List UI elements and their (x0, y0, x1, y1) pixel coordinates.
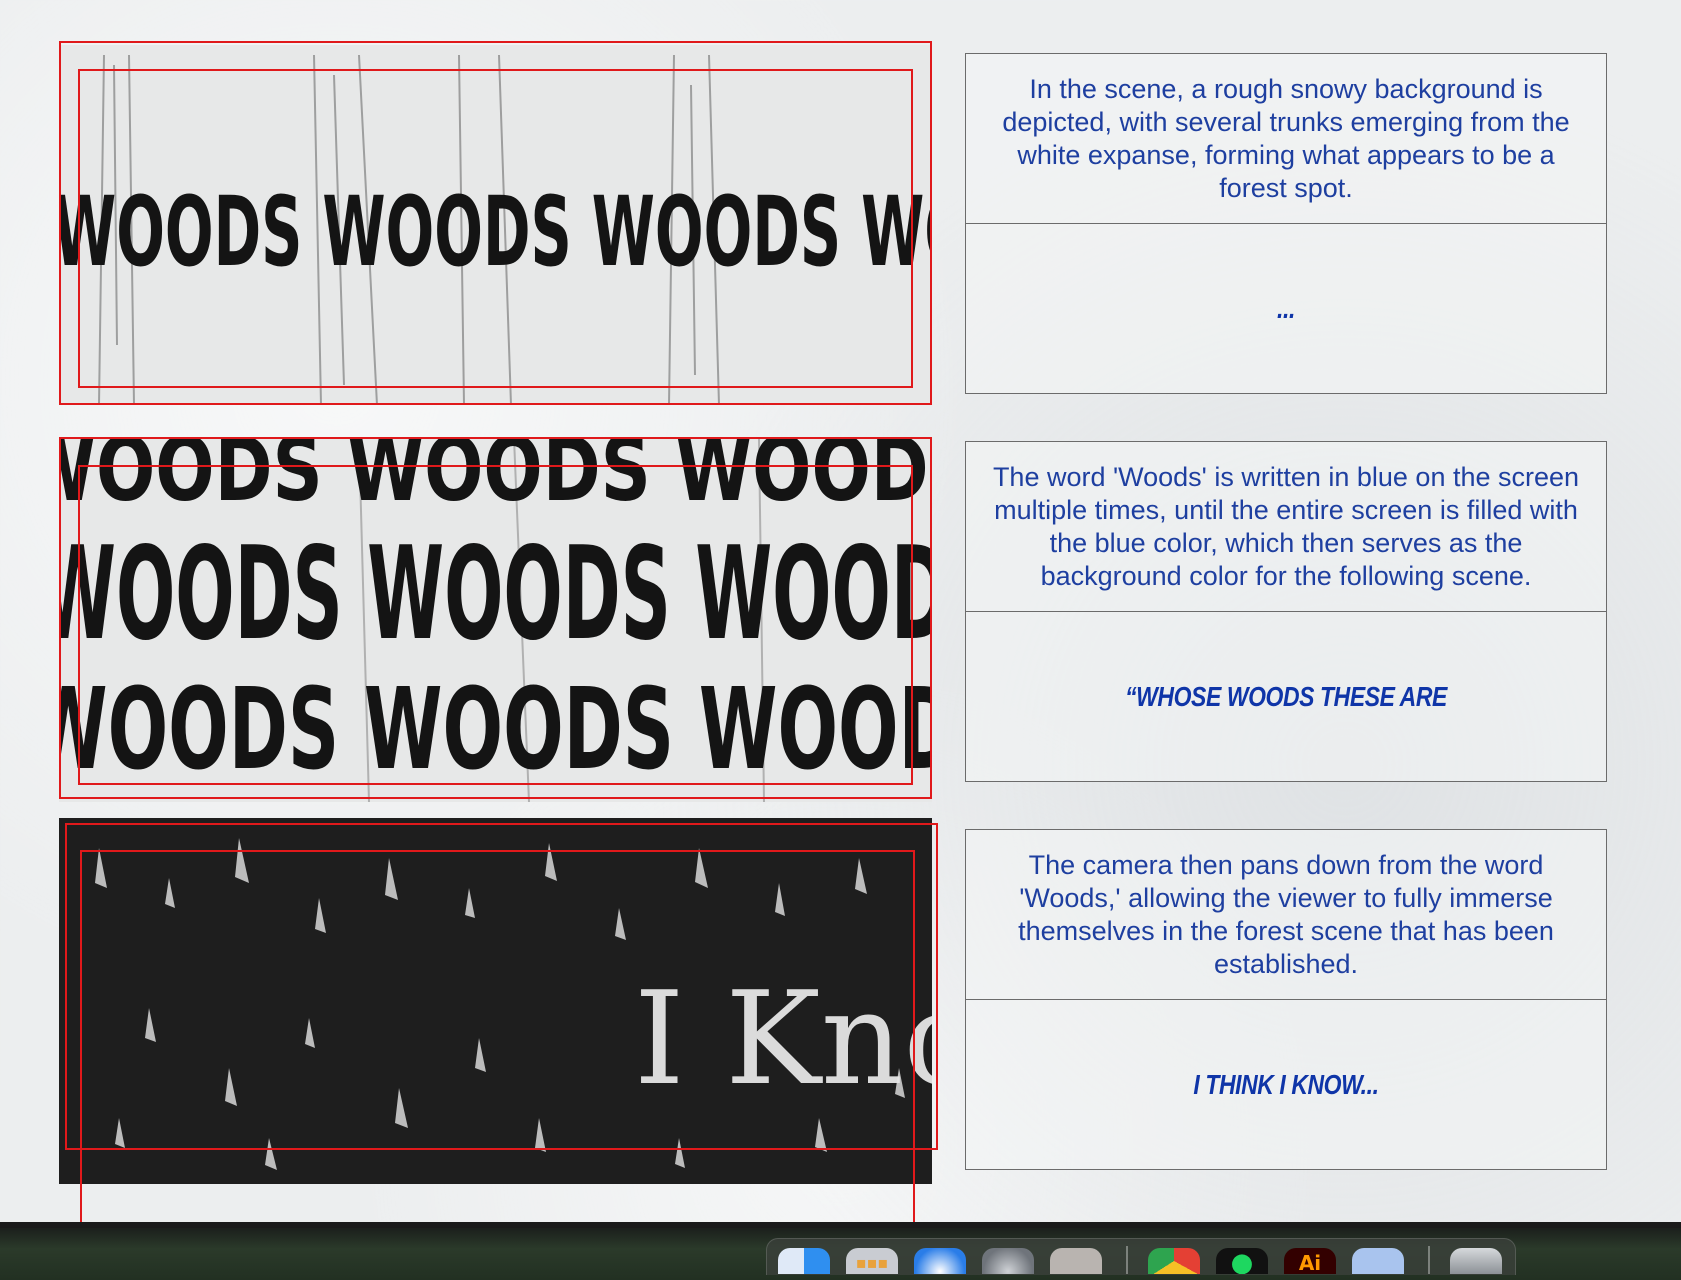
scene-panel-1: In the scene, a rough snowy background i… (965, 53, 1607, 394)
scene-2-caption: “Whose woods these are (1125, 680, 1447, 712)
scene-3-description: The camera then pans down from the word … (966, 830, 1606, 1000)
spotify-icon[interactable]: ● (1216, 1248, 1268, 1274)
scene-3-caption: I think I know... (1193, 1068, 1379, 1100)
frame-2-inner-guide (78, 465, 913, 785)
dock-separator-1 (1126, 1246, 1128, 1274)
illustrator-icon[interactable]: Ai (1284, 1248, 1336, 1274)
settings-gear-icon[interactable] (982, 1248, 1034, 1274)
scene-panel-3: The camera then pans down from the word … (965, 829, 1607, 1170)
dock-separator-2 (1428, 1246, 1430, 1274)
launchpad-icon[interactable]: ▪▪▪ (846, 1248, 898, 1274)
finder-icon[interactable] (778, 1248, 830, 1274)
safari-icon[interactable] (914, 1248, 966, 1274)
chrome-icon[interactable] (1148, 1248, 1200, 1274)
scene-2-description: The word 'Woods' is written in blue on t… (966, 442, 1606, 612)
scene-1-description: In the scene, a rough snowy background i… (966, 54, 1606, 224)
scene-1-caption: ... (1277, 292, 1295, 324)
iphone-icon[interactable] (1050, 1248, 1102, 1274)
storyboard-page: WOODS WOODS WOODS WO WOODS WOODS WOODS W… (0, 0, 1681, 1222)
scene-panel-2: The word 'Woods' is written in blue on t… (965, 441, 1607, 782)
illustrator-label: Ai (1298, 1251, 1322, 1274)
frame-1-inner-guide (78, 69, 913, 388)
launchpad-grid-glyph: ▪▪▪ (855, 1253, 889, 1272)
spotify-glyph: ● (1230, 1248, 1254, 1274)
trash-icon[interactable] (1450, 1248, 1502, 1274)
preview-icon[interactable] (1352, 1248, 1404, 1274)
frame-3-inner-guide (80, 850, 915, 1222)
